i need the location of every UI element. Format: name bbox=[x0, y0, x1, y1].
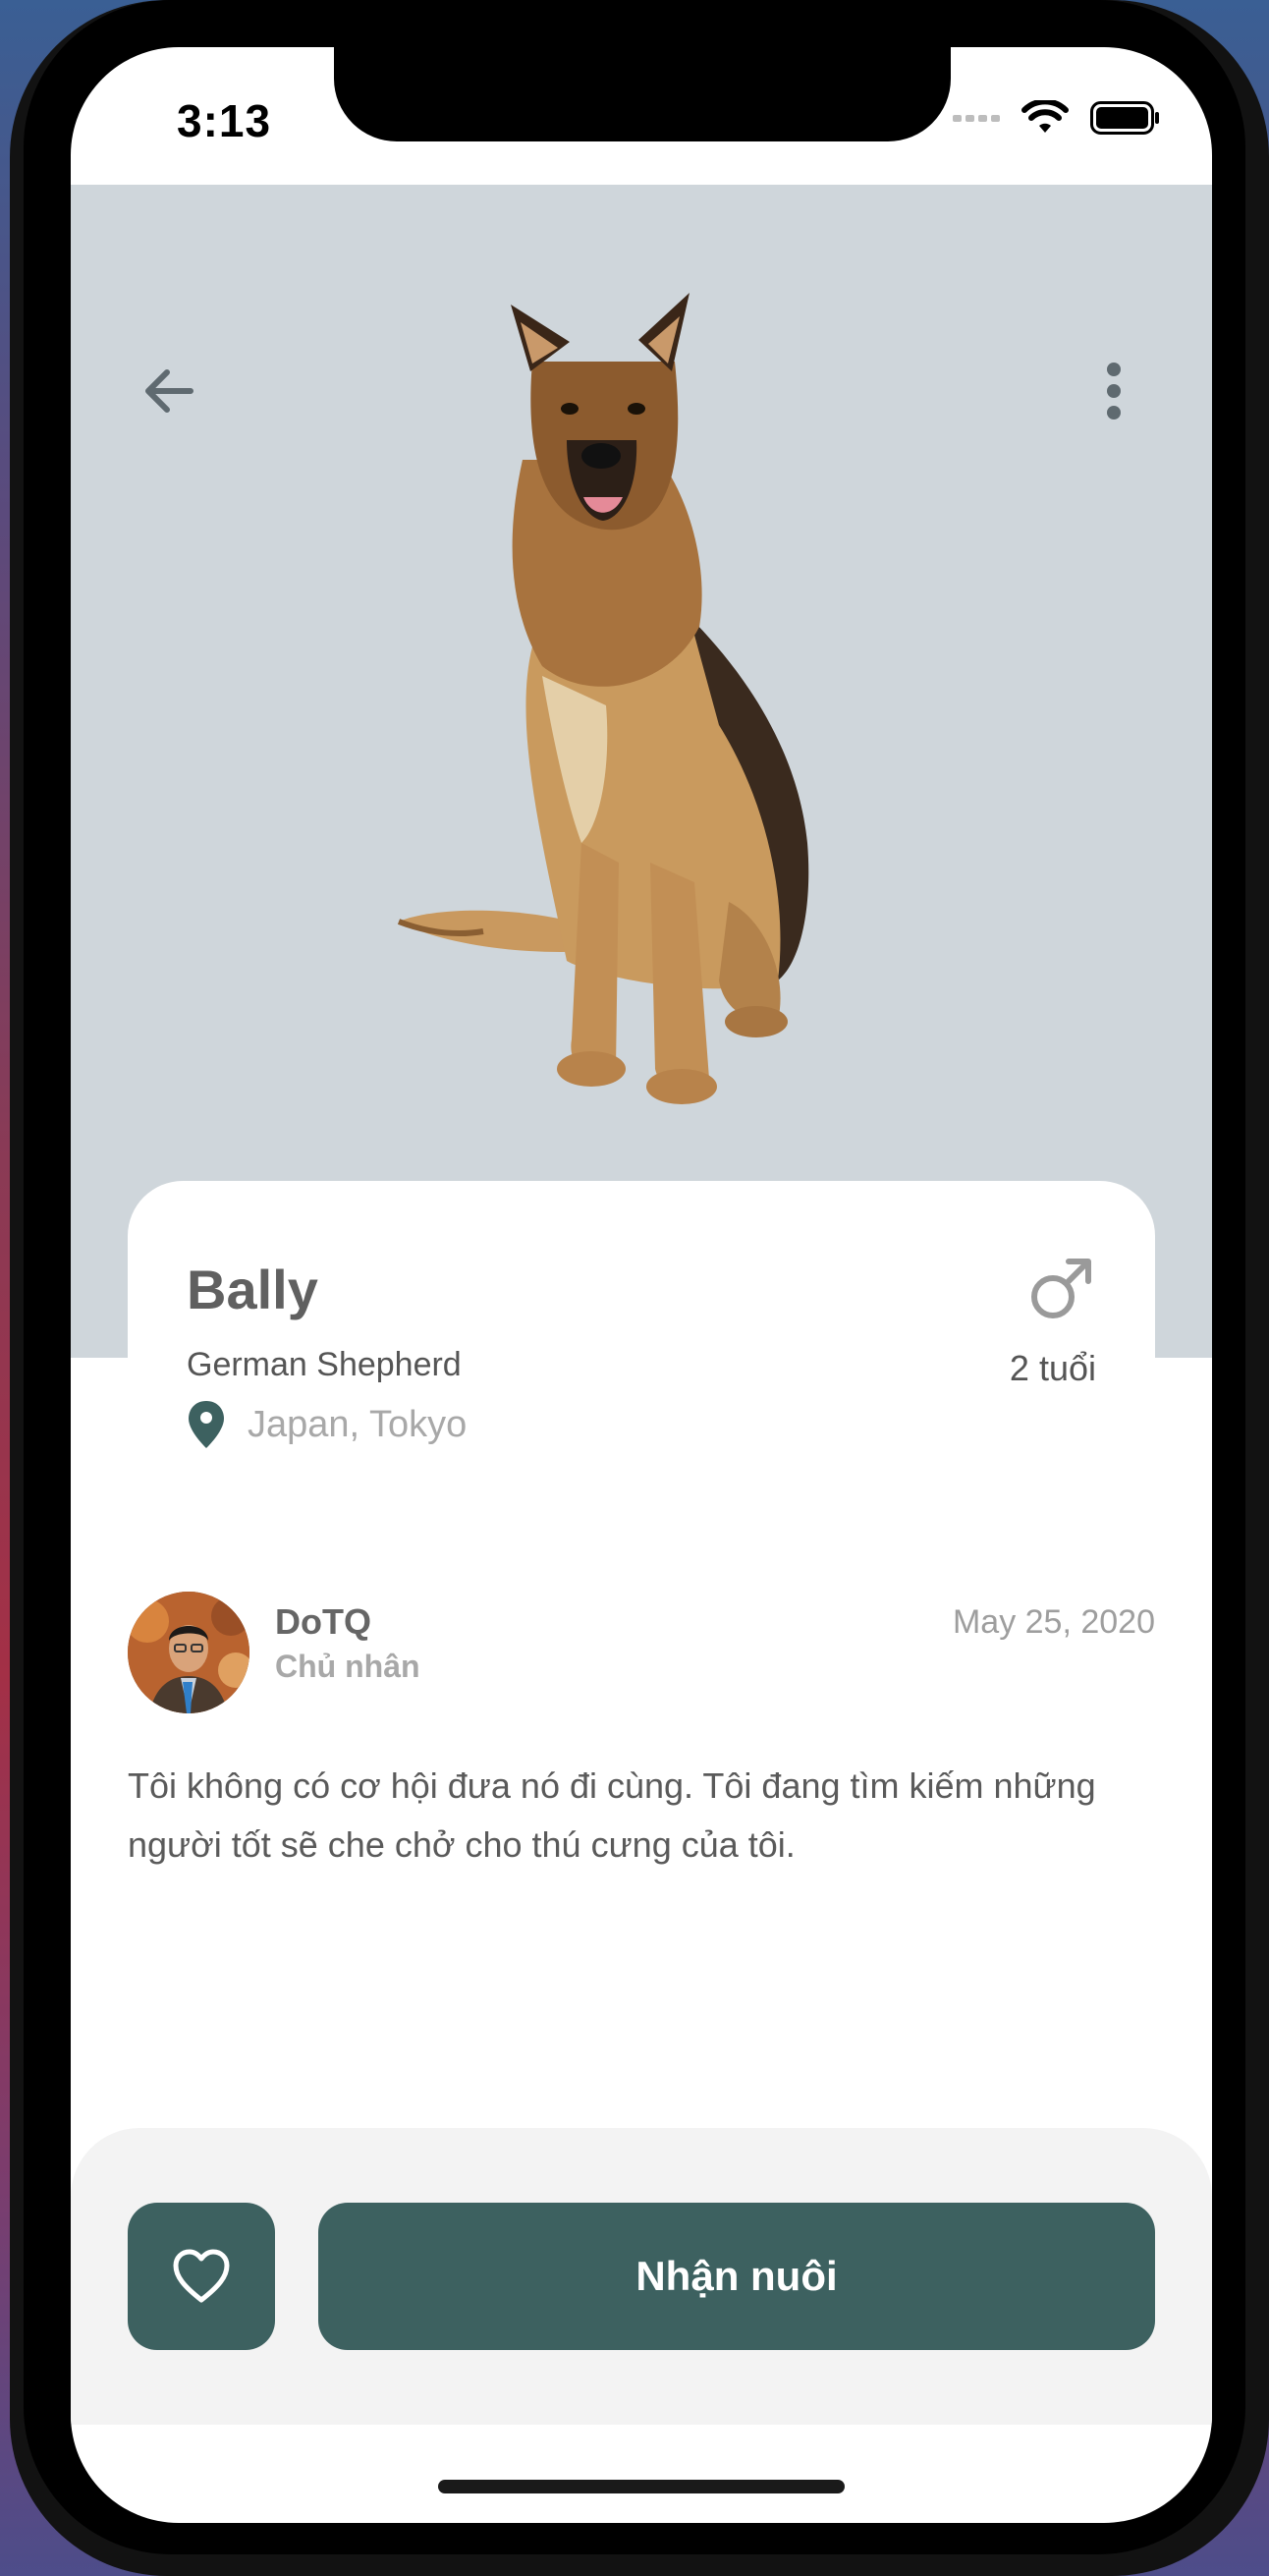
status-icons bbox=[953, 100, 1161, 136]
status-time: 3:13 bbox=[177, 95, 272, 146]
wifi-icon bbox=[1021, 100, 1069, 133]
more-options-button[interactable] bbox=[1084, 352, 1143, 430]
owner-role: Chủ nhân bbox=[275, 1649, 420, 1684]
pet-location: Japan, Tokyo bbox=[248, 1403, 468, 1445]
battery-icon bbox=[1090, 101, 1159, 135]
pet-breed: German Shepherd bbox=[187, 1346, 462, 1383]
action-panel: Nhận nuôi bbox=[71, 2128, 1212, 2425]
pet-info-card: Bally German Shepherd Japan, Tokyo 2 tuổ… bbox=[128, 1181, 1155, 1476]
notch bbox=[334, 47, 951, 141]
more-vertical-icon bbox=[1107, 363, 1121, 420]
pet-age: 2 tuổi bbox=[1009, 1348, 1096, 1388]
cellular-signal-icon bbox=[953, 114, 1000, 122]
back-button[interactable] bbox=[130, 352, 208, 430]
adopt-button[interactable]: Nhận nuôi bbox=[318, 2203, 1155, 2350]
favorite-button[interactable] bbox=[128, 2203, 275, 2350]
heart-icon bbox=[173, 2249, 230, 2303]
location-row: Japan, Tokyo bbox=[187, 1399, 467, 1450]
app-screen: 3:13 Bally German Shepherd Japan, Tokyo … bbox=[71, 47, 1212, 2523]
owner-avatar-image bbox=[128, 1592, 249, 1713]
owner-name: DoTQ bbox=[275, 1601, 371, 1642]
arrow-left-icon bbox=[145, 369, 193, 413]
location-pin-icon bbox=[189, 1401, 224, 1448]
home-indicator[interactable] bbox=[438, 2480, 845, 2493]
male-icon bbox=[1031, 1259, 1091, 1318]
avatar[interactable] bbox=[128, 1592, 249, 1713]
pet-name: Bally bbox=[187, 1259, 318, 1320]
owner-description: Tôi không có cơ hội đưa nó đi cùng. Tôi … bbox=[128, 1765, 1096, 1865]
dog-photo bbox=[397, 293, 809, 1104]
post-date: May 25, 2020 bbox=[952, 1603, 1155, 1641]
